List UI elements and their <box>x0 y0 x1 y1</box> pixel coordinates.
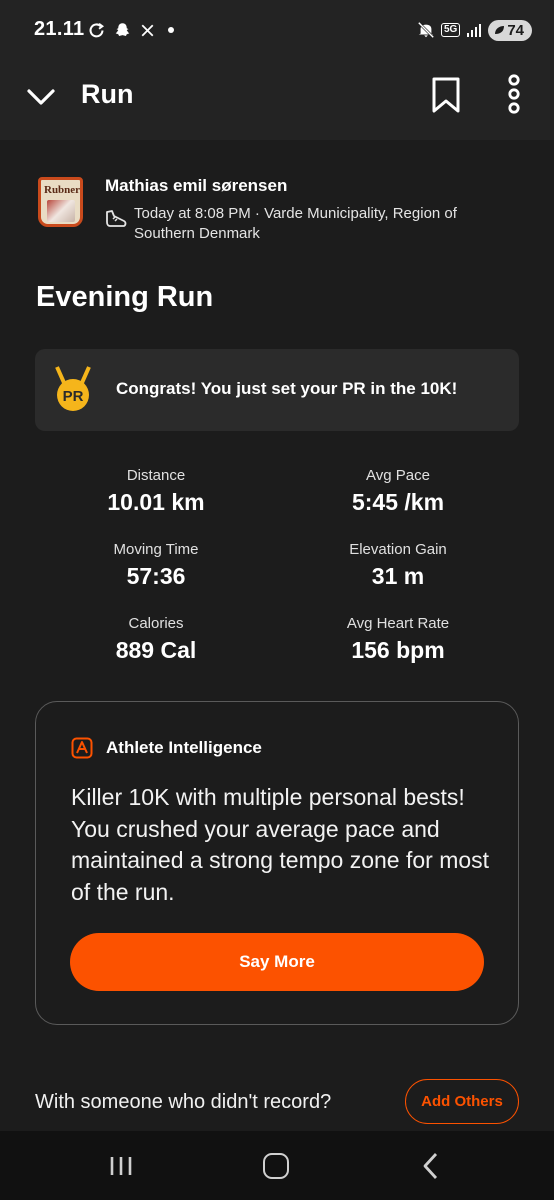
bookmark-icon[interactable] <box>430 76 462 114</box>
athlete-intelligence-card: Athlete Intelligence Killer 10K with mul… <box>35 701 519 1025</box>
stat-label: Calories <box>128 615 184 632</box>
pr-message: Congrats! You just set your PR in the 10… <box>116 379 458 398</box>
status-bar: 21.11 5G 74 <box>0 0 554 60</box>
add-others-prompt: With someone who didn't record? <box>35 1091 332 1113</box>
stat-moving-time: Moving Time 57:36 <box>36 541 276 590</box>
athlete-name[interactable]: Mathias emil sørensen <box>105 176 287 196</box>
back-icon[interactable] <box>419 1151 443 1181</box>
home-icon[interactable] <box>263 1153 289 1179</box>
athlete-intelligence-title: Athlete Intelligence <box>106 738 262 757</box>
activity-title: Evening Run <box>36 281 214 313</box>
status-system-icons: 5G 74 <box>417 17 532 43</box>
mute-icon <box>417 21 435 39</box>
add-others-button[interactable]: Add Others <box>405 1079 519 1124</box>
stat-label: Avg Heart Rate <box>346 615 450 632</box>
stat-value: 889 Cal <box>115 637 197 663</box>
battery-level: 74 <box>507 21 524 39</box>
athlete-intelligence-icon <box>71 737 93 759</box>
stat-label: Elevation Gain <box>349 541 447 558</box>
recents-icon[interactable] <box>108 1155 134 1177</box>
sync-icon <box>89 22 105 37</box>
chevron-down-icon[interactable] <box>24 80 58 114</box>
status-time: 21.11 <box>34 18 85 40</box>
avatar-text: Rubners <box>44 184 83 196</box>
battery-indicator: 74 <box>488 19 532 41</box>
stat-elevation-gain: Elevation Gain 31 m <box>278 541 518 590</box>
snapchat-icon <box>115 23 130 36</box>
app-header: Run <box>0 60 554 140</box>
stat-value: 5:45 /km <box>351 489 445 515</box>
pr-badge-text: PR <box>63 388 84 405</box>
notification-dot-icon <box>168 27 174 33</box>
stat-label: Moving Time <box>113 541 199 558</box>
stat-avg-heart-rate: Avg Heart Rate 156 bpm <box>278 615 518 664</box>
page-title: Run <box>81 79 134 109</box>
x-icon <box>141 24 154 36</box>
avatar[interactable]: Rubners <box>38 177 83 227</box>
stat-avg-pace: Avg Pace 5:45 /km <box>278 467 518 516</box>
avatar-photo <box>47 200 75 222</box>
activity-meta: Today at 8:08 PM · Varde Municipality, R… <box>134 205 457 242</box>
athlete-intelligence-summary: Killer 10K with multiple personal bests!… <box>71 784 490 905</box>
stat-value: 10.01 km <box>107 489 205 515</box>
pr-medal-icon: PR <box>55 366 91 411</box>
stat-value: 57:36 <box>126 563 186 589</box>
say-more-button[interactable]: Say More <box>70 933 484 991</box>
stat-calories: Calories 889 Cal <box>36 615 276 664</box>
system-nav-bar <box>0 1131 554 1200</box>
network-type-badge: 5G <box>440 23 461 37</box>
stat-label: Distance <box>126 467 186 484</box>
stat-label: Avg Pace <box>366 467 430 484</box>
battery-saver-icon <box>495 26 505 34</box>
more-vertical-icon[interactable] <box>502 74 526 114</box>
signal-icon <box>467 24 482 37</box>
pr-banner[interactable]: PR Congrats! You just set your PR in the… <box>35 349 519 431</box>
status-notification-icons <box>88 18 174 42</box>
stat-value: 156 bpm <box>351 637 445 663</box>
stat-value: 31 m <box>371 563 425 589</box>
shoe-icon <box>106 210 127 227</box>
stat-distance: Distance 10.01 km <box>36 467 276 516</box>
